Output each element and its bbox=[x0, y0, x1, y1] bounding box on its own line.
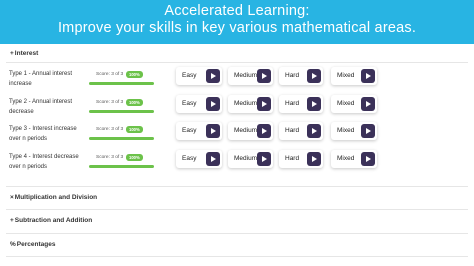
section-title: Percentages bbox=[16, 241, 56, 248]
play-icon[interactable] bbox=[361, 152, 375, 166]
play-icon[interactable] bbox=[361, 124, 375, 138]
level-label: Hard bbox=[285, 155, 300, 162]
play-icon[interactable] bbox=[307, 97, 321, 111]
score-badge: 100% bbox=[126, 71, 143, 78]
hard-button[interactable]: Hard bbox=[279, 67, 323, 85]
type-label: Type 1 - Annual interest increase bbox=[9, 71, 73, 87]
play-icon[interactable] bbox=[307, 69, 321, 83]
mixed-button[interactable]: Mixed bbox=[331, 122, 377, 140]
section-title: Subtraction and Addition bbox=[14, 217, 93, 224]
section-toggle-interest[interactable]: +Interest bbox=[10, 50, 38, 57]
level-label: Mixed bbox=[337, 155, 355, 162]
level-label: Hard bbox=[285, 100, 300, 107]
score-badge: 100% bbox=[126, 99, 143, 106]
level-label: Easy bbox=[182, 72, 197, 79]
score-progress-bar bbox=[89, 82, 154, 85]
collapse-icon: × bbox=[10, 194, 14, 201]
medium-button[interactable]: Medium bbox=[228, 122, 273, 140]
list-item: Type 2 - Annual interest decrease Score:… bbox=[0, 95, 474, 121]
hard-button[interactable]: Hard bbox=[279, 150, 323, 168]
section-toggle-subtraction-addition[interactable]: +Subtraction and Addition bbox=[10, 217, 92, 224]
medium-button[interactable]: Medium bbox=[228, 67, 273, 85]
level-label: Hard bbox=[285, 72, 300, 79]
level-label: Mixed bbox=[337, 127, 355, 134]
section-toggle-multiplication-division[interactable]: ×Multiplication and Division bbox=[10, 194, 97, 201]
score-progress-fill bbox=[89, 165, 154, 168]
section-title: Interest bbox=[14, 50, 39, 57]
level-label: Easy bbox=[182, 127, 197, 134]
medium-button[interactable]: Medium bbox=[228, 150, 273, 168]
level-label: Mixed bbox=[337, 72, 355, 79]
play-icon[interactable] bbox=[206, 124, 220, 138]
play-icon[interactable] bbox=[257, 69, 271, 83]
mixed-button[interactable]: Mixed bbox=[331, 95, 377, 113]
expand-icon: + bbox=[10, 217, 14, 224]
type-label: Type 2 - Annual interest decrease bbox=[9, 99, 73, 115]
score-progress-fill bbox=[89, 110, 154, 113]
score-block: Score: 3 of 3 100% bbox=[89, 67, 155, 93]
play-icon[interactable] bbox=[307, 152, 321, 166]
list-item: Type 4 - Interest decrease over n period… bbox=[0, 150, 474, 176]
score-block: Score: 3 of 3 100% bbox=[89, 122, 155, 148]
type-label: Type 4 - Interest decrease over n period… bbox=[9, 154, 79, 170]
score-block: Score: 3 of 3 100% bbox=[89, 150, 155, 176]
level-label: Medium bbox=[234, 72, 258, 79]
mixed-button[interactable]: Mixed bbox=[331, 150, 377, 168]
play-icon[interactable] bbox=[307, 124, 321, 138]
level-label: Mixed bbox=[337, 100, 355, 107]
play-icon[interactable] bbox=[206, 69, 220, 83]
level-label: Easy bbox=[182, 155, 197, 162]
level-label: Medium bbox=[234, 155, 258, 162]
banner-subtitle: Improve your skills in key various mathe… bbox=[57, 20, 417, 36]
expand-icon: + bbox=[10, 50, 14, 57]
play-icon[interactable] bbox=[206, 97, 220, 111]
medium-button[interactable]: Medium bbox=[228, 95, 273, 113]
play-icon[interactable] bbox=[361, 97, 375, 111]
banner-title: Accelerated Learning: bbox=[164, 3, 310, 19]
divider bbox=[6, 233, 468, 234]
play-icon[interactable] bbox=[257, 124, 271, 138]
header-banner: Accelerated Learning: Improve your skill… bbox=[0, 0, 474, 44]
score-text: Score: 3 of 3 bbox=[96, 100, 124, 105]
section-title: Multiplication and Division bbox=[14, 194, 98, 201]
level-label: Medium bbox=[234, 100, 258, 107]
play-icon[interactable] bbox=[257, 97, 271, 111]
score-progress-fill bbox=[89, 137, 154, 140]
easy-button[interactable]: Easy bbox=[176, 67, 222, 85]
hard-button[interactable]: Hard bbox=[279, 95, 323, 113]
list-item: Type 1 - Annual interest increase Score:… bbox=[0, 67, 474, 93]
divider bbox=[6, 209, 468, 210]
divider bbox=[6, 62, 468, 63]
score-progress-fill bbox=[89, 82, 154, 85]
score-text: Score: 3 of 3 bbox=[96, 155, 124, 160]
type-label: Type 3 - Interest increase over n period… bbox=[9, 126, 77, 142]
score-text: Score: 3 of 3 bbox=[96, 72, 124, 77]
play-icon[interactable] bbox=[206, 152, 220, 166]
score-progress-bar bbox=[89, 165, 154, 168]
score-text: Score: 3 of 3 bbox=[96, 127, 124, 132]
easy-button[interactable]: Easy bbox=[176, 95, 222, 113]
mixed-button[interactable]: Mixed bbox=[331, 67, 377, 85]
easy-button[interactable]: Easy bbox=[176, 122, 222, 140]
list-item: Type 3 - Interest increase over n period… bbox=[0, 122, 474, 148]
easy-button[interactable]: Easy bbox=[176, 150, 222, 168]
section-toggle-percentages[interactable]: %Percentages bbox=[10, 241, 55, 248]
level-label: Hard bbox=[285, 127, 300, 134]
score-badge: 100% bbox=[126, 154, 143, 161]
percent-icon: % bbox=[10, 241, 16, 248]
score-badge: 100% bbox=[126, 126, 143, 133]
score-progress-bar bbox=[89, 110, 154, 113]
hard-button[interactable]: Hard bbox=[279, 122, 323, 140]
score-progress-bar bbox=[89, 137, 154, 140]
score-block: Score: 3 of 3 100% bbox=[89, 95, 155, 121]
play-icon[interactable] bbox=[257, 152, 271, 166]
divider bbox=[6, 186, 468, 187]
divider bbox=[6, 256, 468, 257]
play-icon[interactable] bbox=[361, 69, 375, 83]
level-label: Medium bbox=[234, 127, 258, 134]
level-label: Easy bbox=[182, 100, 197, 107]
